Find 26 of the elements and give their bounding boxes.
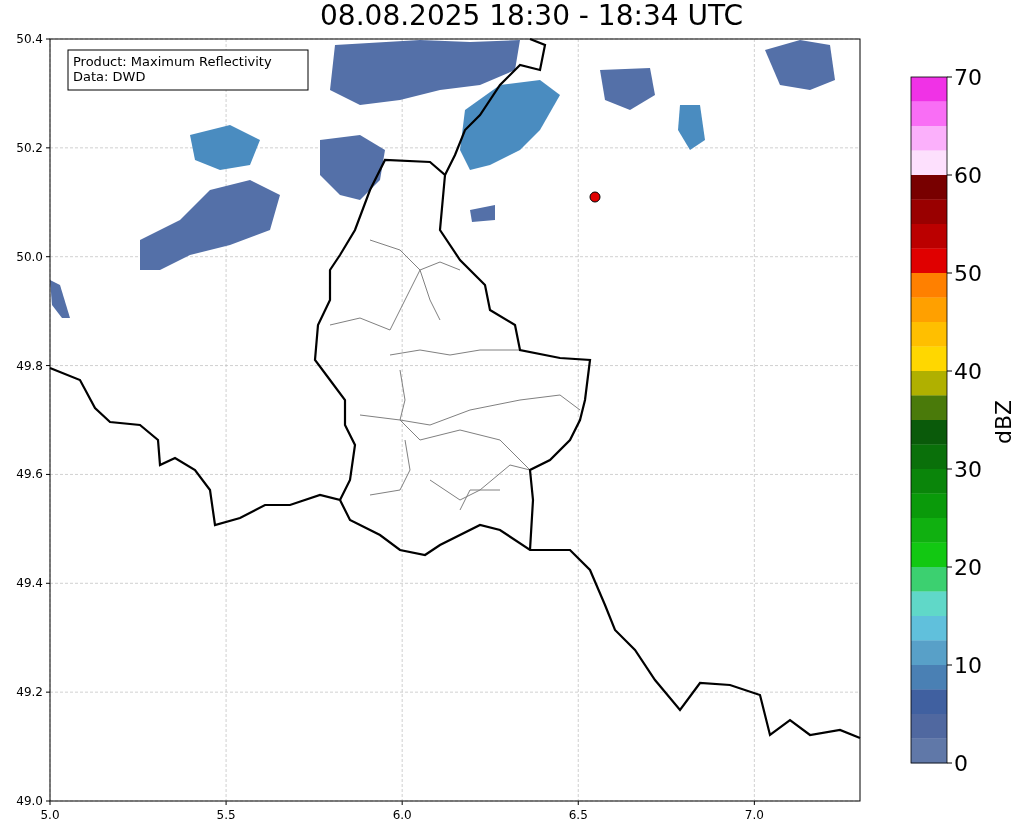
colorbar-tick-label: 70 (954, 65, 982, 90)
colorbar-tick-label: 10 (954, 653, 982, 678)
y-tick-label: 49.2 (16, 685, 43, 700)
colorbar-axis-label: dBZ (991, 399, 1016, 445)
x-tick-label: 7.0 (744, 808, 764, 822)
y-tick-label: 49.4 (16, 576, 43, 591)
colorbar-tick-label: 30 (954, 457, 982, 482)
info-text: Product: Maximum Reflectivity (73, 54, 272, 69)
location-marker (589, 191, 601, 203)
colorbar-tick-label: 50 (954, 261, 982, 286)
y-tick-label: 49.0 (16, 794, 43, 808)
y-tick-label: 50.4 (16, 32, 43, 46)
x-tick-label: 5.5 (216, 808, 236, 822)
y-tick-label: 50.0 (16, 249, 43, 264)
colorbar-tick-label: 40 (954, 359, 982, 384)
y-tick-label: 49.8 (16, 358, 43, 373)
y-tick-label: 50.2 (16, 140, 43, 155)
colorbar-tick-label: 20 (954, 555, 982, 580)
x-tick-label: 5.0 (40, 808, 60, 822)
x-tick-label: 6.5 (568, 808, 588, 822)
y-tick-label: 49.6 (16, 467, 43, 482)
chart-title: 08.08.2025 18:30 - 18:34 UTC (320, 2, 743, 30)
colorbar-tick-label: 0 (954, 751, 968, 776)
info-text: Data: DWD (73, 69, 146, 84)
x-tick-label: 6.0 (392, 808, 412, 822)
colorbar-tick-label: 60 (954, 163, 982, 188)
